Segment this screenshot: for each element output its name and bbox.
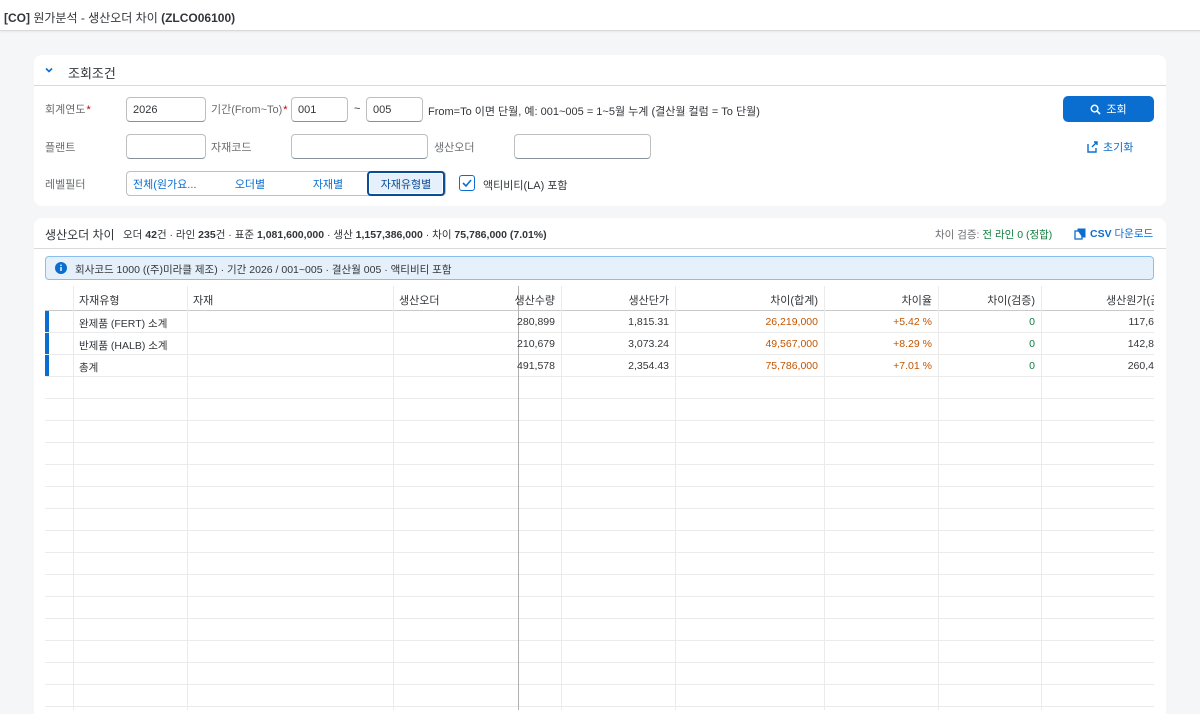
activity-checkbox[interactable] [459, 175, 475, 191]
table-row-1-type: 반제품 (HALB) 소계 [79, 340, 168, 352]
checkmark-icon [462, 179, 472, 188]
table-row-2-unit: 2,354.43 [628, 360, 669, 372]
variance-table: 자재유형 자재 생산오더 생산수량 생산단가 차이(합계) 차이율 차이(검증)… [45, 286, 1154, 710]
table-row-1-cost: 142,8 [1127, 338, 1154, 350]
app-name: 원가분석 - 생산오더 차이 [33, 11, 158, 25]
segment-all[interactable]: 전체(원가요... [127, 172, 211, 195]
table-row-0-type: 완제품 (FERT) 소계 [79, 318, 168, 330]
table-row-0-unit: 1,815.31 [628, 316, 669, 328]
segment-by-order[interactable]: 오더별 [211, 172, 289, 195]
info-strip: 회사코드 1000 ((주)미라클 제조) · 기간 2026 / 001~00… [45, 256, 1154, 280]
col-variance-check[interactable]: 차이(검증) [944, 292, 1035, 308]
material-code-input[interactable] [291, 134, 428, 159]
segment-by-material[interactable]: 자재별 [289, 172, 367, 195]
table-row-2-cost: 260,4 [1127, 360, 1154, 372]
variance-verify: 차이 검증: 전 라인 0 (정합) [935, 229, 1053, 241]
period-from-input[interactable] [291, 97, 348, 122]
app-module: [CO] [4, 11, 30, 25]
col-material[interactable]: 자재 [193, 292, 213, 308]
app-tcode: (ZLCO06100) [161, 11, 236, 25]
table-row-0-cost: 117,6 [1128, 316, 1155, 328]
activity-checkbox-label: 액티비티(LA) 포함 [483, 180, 568, 192]
row-selection-marker[interactable] [45, 355, 49, 376]
search-button[interactable]: 조회 [1063, 96, 1154, 122]
result-title: 생산오더 차이 [45, 228, 115, 242]
table-row-2-check: 0 [1029, 360, 1035, 372]
reset-icon [1087, 141, 1098, 153]
table-row-0-check: 0 [1029, 316, 1035, 328]
table-row-2-variance: 75,786,000 [765, 360, 818, 372]
period-hint: From=To 이면 단월, 예: 001~005 = 1~5월 누계 (결산월… [428, 106, 760, 118]
row-selection-marker[interactable] [45, 311, 49, 332]
material-code-label: 자재코드 [211, 142, 252, 154]
production-order-label: 생산오더 [434, 142, 475, 154]
col-material-type[interactable]: 자재유형 [79, 292, 119, 308]
shell-bar: [CO] 원가분석 - 생산오더 차이 (ZLCO06100) [0, 0, 1200, 31]
result-panel: 생산오더 차이 오더 42건 · 라인 235건 · 표준 1,081,600,… [34, 218, 1166, 714]
search-button-label: 조회 [1106, 104, 1127, 116]
result-toolbar: 생산오더 차이 오더 42건 · 라인 235건 · 표준 1,081,600,… [34, 218, 1166, 249]
reset-button-label: 초기화 [1103, 142, 1134, 154]
fiscal-year-input[interactable] [126, 97, 206, 122]
row-selection-marker[interactable] [45, 333, 49, 354]
col-quantity[interactable]: 생산수량 [513, 292, 555, 308]
table-row-1-unit: 3,073.24 [628, 338, 669, 350]
fiscal-year-label: 회계연도* [45, 104, 91, 116]
copy-icon [1074, 228, 1086, 240]
table-row-2-rate: +7.01 % [893, 360, 932, 372]
production-order-input[interactable] [514, 134, 651, 159]
col-variance-total[interactable]: 차이(합계) [681, 292, 818, 308]
col-variance-rate[interactable]: 차이율 [830, 292, 932, 308]
table-row-1-variance: 49,567,000 [765, 338, 818, 350]
filter-title: 조회조건 [68, 66, 116, 81]
filter-panel-header[interactable]: 조회조건 [34, 55, 1166, 86]
info-text: 회사코드 1000 ((주)미라클 제조) · 기간 2026 / 001~00… [75, 264, 452, 276]
filter-panel: 조회조건 회계연도* 기간(From~To)* ~ From=To 이면 단월,… [34, 55, 1166, 206]
period-tilde: ~ [354, 103, 361, 115]
col-production-cost[interactable]: 생산원가(금 [1106, 292, 1154, 308]
csv-download-button[interactable]: CSV 다운로드 [1074, 226, 1153, 241]
search-icon [1090, 104, 1102, 115]
table-row-2-qty: 491,578 [517, 360, 555, 372]
info-icon [55, 262, 67, 274]
plant-label: 플랜트 [45, 142, 76, 154]
col-production-order[interactable]: 생산오더 [399, 292, 439, 308]
table-row-0-variance: 26,219,000 [765, 316, 818, 328]
table-row-0-qty: 280,899 [517, 316, 555, 328]
app-title: [CO] 원가분석 - 생산오더 차이 (ZLCO06100) [4, 9, 235, 26]
reset-button[interactable]: 초기화 [1086, 139, 1133, 155]
segment-by-material-type[interactable]: 자재유형별 [367, 171, 445, 196]
col-unit-price[interactable]: 생산단가 [567, 292, 669, 308]
table-row-1-check: 0 [1029, 338, 1035, 350]
chevron-down-icon[interactable] [43, 64, 55, 76]
level-filter-label: 레벨필터 [45, 179, 86, 191]
period-to-input[interactable] [366, 97, 423, 122]
period-label: 기간(From~To)* [211, 104, 288, 116]
plant-input[interactable] [126, 134, 206, 159]
table-row-0-rate: +5.42 % [893, 316, 932, 328]
result-summary: 오더 42건 · 라인 235건 · 표준 1,081,600,000 · 생산… [123, 229, 547, 241]
table-row-1-rate: +8.29 % [893, 338, 932, 350]
table-row-2-type: 총계 [79, 362, 99, 374]
table-row-1-qty: 210,679 [517, 338, 555, 350]
